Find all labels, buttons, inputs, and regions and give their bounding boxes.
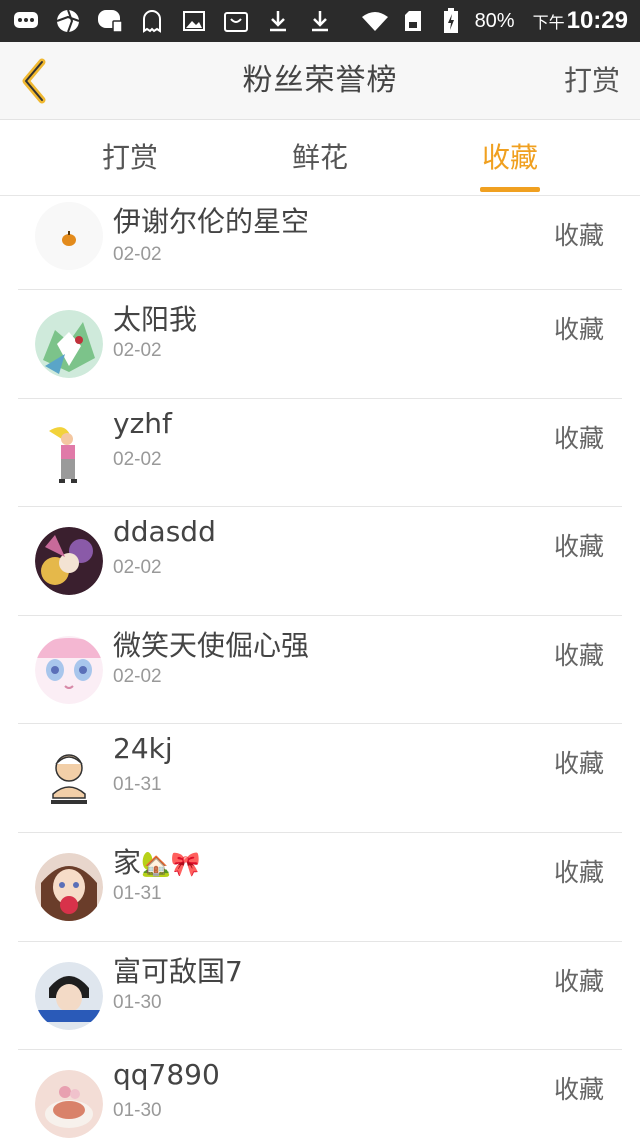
tab-label: 打赏 [101,141,158,174]
fan-action: 收藏 [553,315,604,344]
avatar [35,852,103,921]
fan-name: 24kj [113,732,173,766]
battery-icon [437,8,465,34]
avatar [35,744,103,813]
fan-list: 伊谢尔伦的星空 02-02 收藏 太阳我 02-02 收藏 yzhf 02-02… [0,196,640,1138]
list-item[interactable]: yzhf 02-02 收藏 [18,399,622,508]
fan-date: 02-02 [113,340,162,361]
tab-label: 收藏 [481,141,538,174]
fan-date: 02-02 [113,244,162,265]
fan-name-emoji: 🏡🎀 [141,849,201,878]
avatar [35,527,103,596]
fan-action: 收藏 [553,423,604,453]
tab-flowers[interactable]: 鲜花 [265,120,375,196]
fan-name: 伊谢尔伦的星空 [113,205,310,238]
list-item[interactable]: qq7890 01-30 收藏 [18,1050,622,1138]
fan-date: 01-30 [113,991,162,1013]
list-item[interactable]: ddasdd 02-02 收藏 [18,507,622,616]
shopping-icon [222,8,250,34]
sim-icon [399,8,427,34]
fan-name: 富可敌国7 [113,954,243,988]
system-icons: 80% 下午 10:29 [361,7,628,35]
fan-name: yzhf [113,406,172,440]
avatar [35,418,103,487]
fan-date: 02-02 [113,448,162,470]
app-header: 粉丝荣誉榜 打赏 [0,42,640,120]
avatar [35,202,103,270]
tab-favorites[interactable]: 收藏 [455,120,565,196]
fan-action: 收藏 [553,640,604,670]
chat-icon [12,8,40,34]
tab-reward[interactable]: 打赏 [75,120,185,196]
page-title: 粉丝荣誉榜 [242,63,398,98]
avatar [35,1070,103,1138]
notification-icons [12,8,334,34]
list-item[interactable]: 24kj 01-31 收藏 [18,724,622,833]
line-icon [96,8,124,34]
wifi-icon [361,8,389,34]
avatar [35,310,103,378]
fan-name: 太阳我 [113,303,198,336]
avatar [35,961,103,1030]
avatar [35,635,103,704]
list-item[interactable]: 太阳我 02-02 收藏 [18,290,622,399]
ghost-icon [138,8,166,34]
fan-date: 01-31 [113,882,162,904]
fan-action: 收藏 [553,532,604,562]
fan-action: 收藏 [553,966,604,996]
download-icon [264,8,292,34]
tab-label: 鲜花 [291,141,348,174]
tab-bar: 打赏 鲜花 收藏 [0,120,640,196]
fan-action: 收藏 [553,221,604,250]
fan-name: ddasdd [113,515,216,549]
fan-name: qq7890 [113,1058,220,1092]
download-icon [306,8,334,34]
fan-name: 微笑天使倔心强 [113,628,310,662]
list-item[interactable]: 微笑天使倔心强 02-02 收藏 [18,616,622,725]
fan-date: 02-02 [113,557,162,579]
fan-date: 01-30 [113,1100,162,1122]
aperture-icon [54,8,82,34]
fan-date: 02-02 [113,665,162,687]
fan-name-text: 家 [113,845,142,879]
image-icon [180,8,208,34]
clock-time: 10:29 [566,7,628,34]
clock-ampm: 下午 [532,13,565,32]
fan-action: 收藏 [553,1075,604,1105]
fan-date: 01-31 [113,774,162,796]
list-item[interactable]: 富可敌国7 01-30 收藏 [18,942,622,1051]
reward-button[interactable]: 打赏 [564,42,620,120]
active-tab-indicator [480,187,540,192]
list-item[interactable]: 伊谢尔伦的星空 02-02 收藏 [18,196,622,290]
fan-name: 家🏡🎀 [113,841,201,881]
status-bar: 80% 下午 10:29 [0,0,640,42]
battery-percent: 80% [474,9,515,32]
fan-action: 收藏 [553,857,604,887]
fan-action: 收藏 [553,749,604,779]
list-item[interactable]: 家🏡🎀 01-31 收藏 [18,833,622,942]
